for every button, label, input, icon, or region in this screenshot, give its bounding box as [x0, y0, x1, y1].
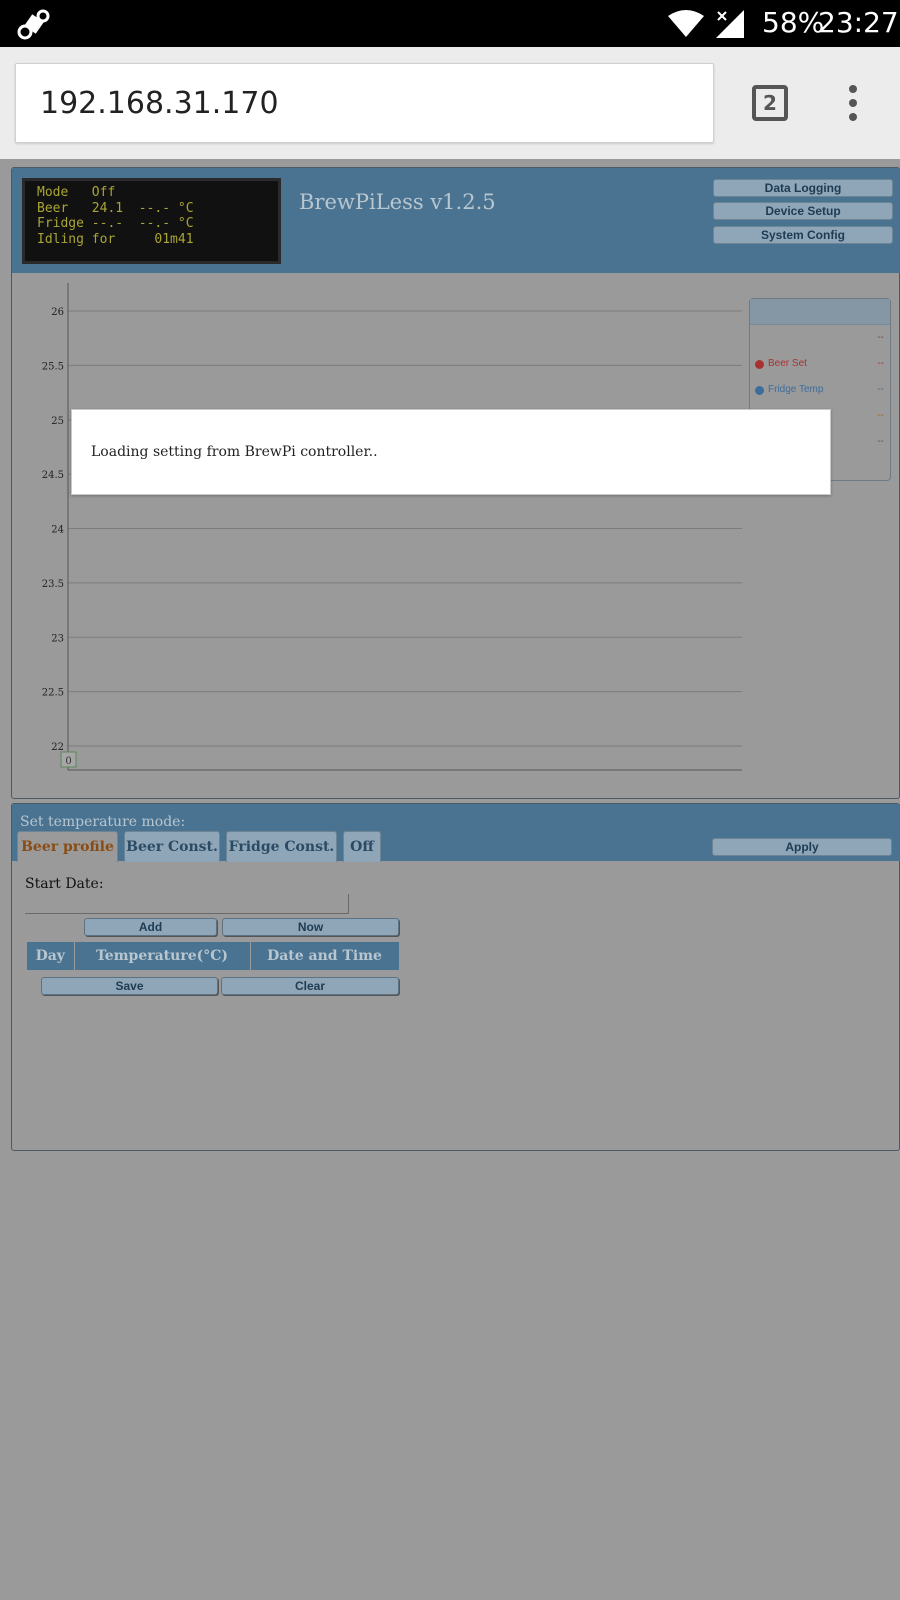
legend-item: Fridge Temp --: [750, 377, 890, 403]
y-tick-label: 24.5: [42, 470, 64, 481]
legend-value: --: [877, 358, 884, 369]
y-axis-ticks: 26 25.5 25 24.5 24 23.5 23 22.5 22: [42, 307, 64, 753]
y-tick-label: 22.5: [42, 688, 64, 699]
legend-item: Beer Set --: [750, 351, 890, 377]
data-logging-button[interactable]: Data Logging: [713, 179, 893, 197]
legend-dot-icon: [755, 386, 764, 395]
device-setup-button[interactable]: Device Setup: [713, 202, 893, 220]
lcd-line: Beer 24.1 --.- °C: [37, 200, 194, 216]
tab-beer-const[interactable]: Beer Const.: [124, 831, 220, 862]
y-tick-label: 23: [51, 633, 64, 644]
web-page: Mode Off Beer 24.1 --.- °C Fridge --.- --.…: [0, 159, 900, 1600]
legend-dot-icon: [755, 360, 764, 369]
drone-app-icon: [17, 9, 50, 40]
apply-button[interactable]: Apply: [712, 838, 892, 856]
column-day: Day: [27, 942, 75, 970]
legend-value: --: [877, 436, 884, 447]
temperature-mode-panel: Set temperature mode: Beer profile Beer …: [11, 803, 900, 1151]
legend-label: Beer Set: [768, 358, 807, 369]
legend-label: Fridge Temp: [768, 384, 824, 395]
add-button[interactable]: Add: [84, 918, 217, 936]
y-tick-label: 26: [51, 307, 64, 318]
loading-dialog: Loading setting from BrewPi controller..: [71, 409, 831, 495]
header-bar: Mode Off Beer 24.1 --.- °C Fridge --.- --.…: [12, 168, 900, 273]
tab-beer-profile[interactable]: Beer profile: [17, 831, 118, 862]
start-date-label: Start Date:: [25, 876, 104, 892]
y-tick-label: 25: [51, 416, 64, 427]
system-config-button[interactable]: System Config: [713, 226, 893, 244]
chart-grid: [68, 310, 742, 747]
mode-title: Set temperature mode:: [20, 814, 186, 830]
wifi-icon: [668, 10, 704, 37]
legend-value: --: [877, 410, 884, 421]
mode-bar: Set temperature mode: Beer profile Beer …: [12, 804, 900, 862]
browser-toolbar: 192.168.31.170 2: [0, 47, 900, 159]
y-tick-label: 24: [51, 525, 64, 536]
profile-table: Day Temperature(°C) Date and Time: [27, 942, 400, 970]
battery-level: 58%: [762, 6, 825, 39]
status-bar: 58% 23:27: [0, 0, 900, 47]
column-date-time: Date and Time: [250, 942, 400, 970]
app-title: BrewPiLess v1.2.5: [299, 190, 496, 214]
clear-button[interactable]: Clear: [221, 977, 399, 995]
tab-fridge-const[interactable]: Fridge Const.: [226, 831, 337, 862]
start-date-input[interactable]: [25, 894, 349, 914]
lcd-line: Idling for 01m41: [37, 231, 194, 247]
address-bar[interactable]: 192.168.31.170: [15, 63, 714, 143]
column-temperature: Temperature(°C): [74, 942, 251, 970]
legend-header: [750, 299, 890, 325]
lcd-line: Fridge --.- --.- °C: [37, 216, 194, 231]
url-text: 192.168.31.170: [40, 86, 279, 121]
signal-icon: [716, 10, 744, 38]
legend-value: --: [877, 332, 884, 343]
lcd-line: Mode Off: [37, 185, 116, 200]
tab-switcher-button[interactable]: 2: [752, 85, 788, 121]
y-tick-label: 23.5: [42, 579, 64, 590]
loading-message: Loading setting from BrewPi controller..: [91, 444, 378, 460]
overflow-menu-icon[interactable]: [848, 85, 858, 121]
clock: 23:27: [818, 6, 899, 39]
tab-off[interactable]: Off: [343, 831, 381, 862]
y-tick-label: 25.5: [42, 361, 64, 372]
x-start-label: 0: [65, 756, 71, 767]
legend-value: --: [877, 384, 884, 395]
table-header-row: Day Temperature(°C) Date and Time: [27, 942, 400, 970]
now-button[interactable]: Now: [222, 918, 399, 936]
lcd-display: Mode Off Beer 24.1 --.- °C Fridge --.- --.…: [22, 178, 281, 264]
y-tick-label: 22: [51, 742, 64, 753]
save-button[interactable]: Save: [41, 977, 218, 995]
legend-item: --: [750, 325, 890, 351]
